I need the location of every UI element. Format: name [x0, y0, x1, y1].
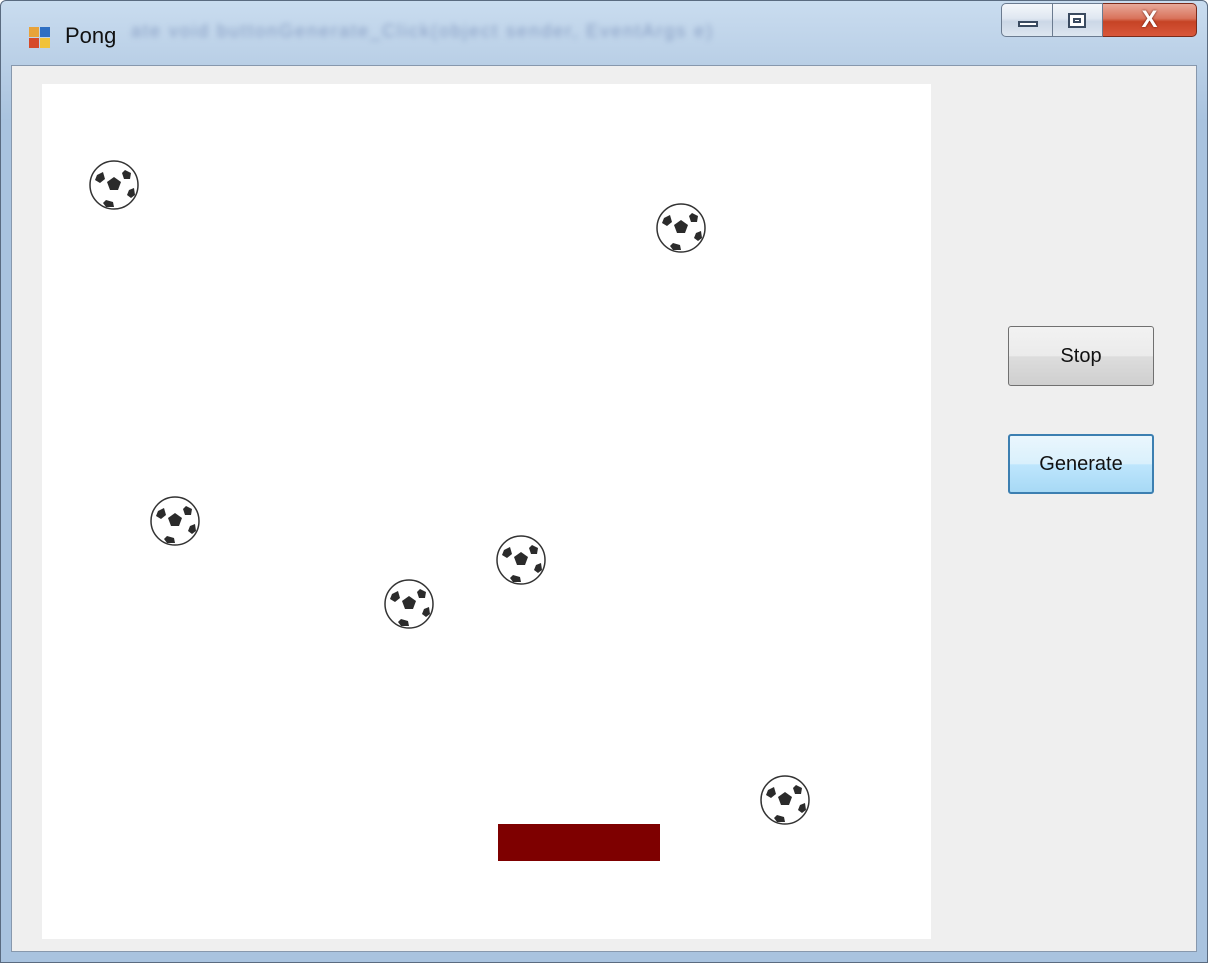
minimize-button[interactable] [1001, 3, 1053, 37]
restore-icon [1068, 13, 1086, 28]
soccer-ball-icon [384, 579, 434, 629]
generate-button[interactable]: Generate [1008, 434, 1154, 494]
soccer-ball-icon [496, 535, 546, 585]
client-area: Stop Generate [11, 65, 1197, 952]
maximize-button[interactable] [1053, 3, 1103, 37]
soccer-ball-icon [760, 775, 810, 825]
close-icon: X [1141, 6, 1158, 33]
title-bar[interactable]: Pong ate void buttonGenerate_Click(objec… [1, 1, 1207, 65]
background-window-text: ate void buttonGenerate_Click(object sen… [131, 21, 715, 41]
soccer-ball-icon [89, 160, 139, 210]
game-court[interactable] [42, 84, 931, 939]
paddle[interactable] [498, 824, 660, 861]
app-icon[interactable] [29, 27, 51, 49]
pong-window: Pong ate void buttonGenerate_Click(objec… [0, 0, 1208, 963]
soccer-ball-icon [150, 496, 200, 546]
stop-button[interactable]: Stop [1008, 326, 1154, 386]
caption-buttons: X [1001, 3, 1197, 37]
soccer-ball-icon [656, 203, 706, 253]
minimize-icon [1018, 21, 1038, 27]
window-title: Pong [65, 23, 117, 48]
close-button[interactable]: X [1103, 3, 1197, 37]
